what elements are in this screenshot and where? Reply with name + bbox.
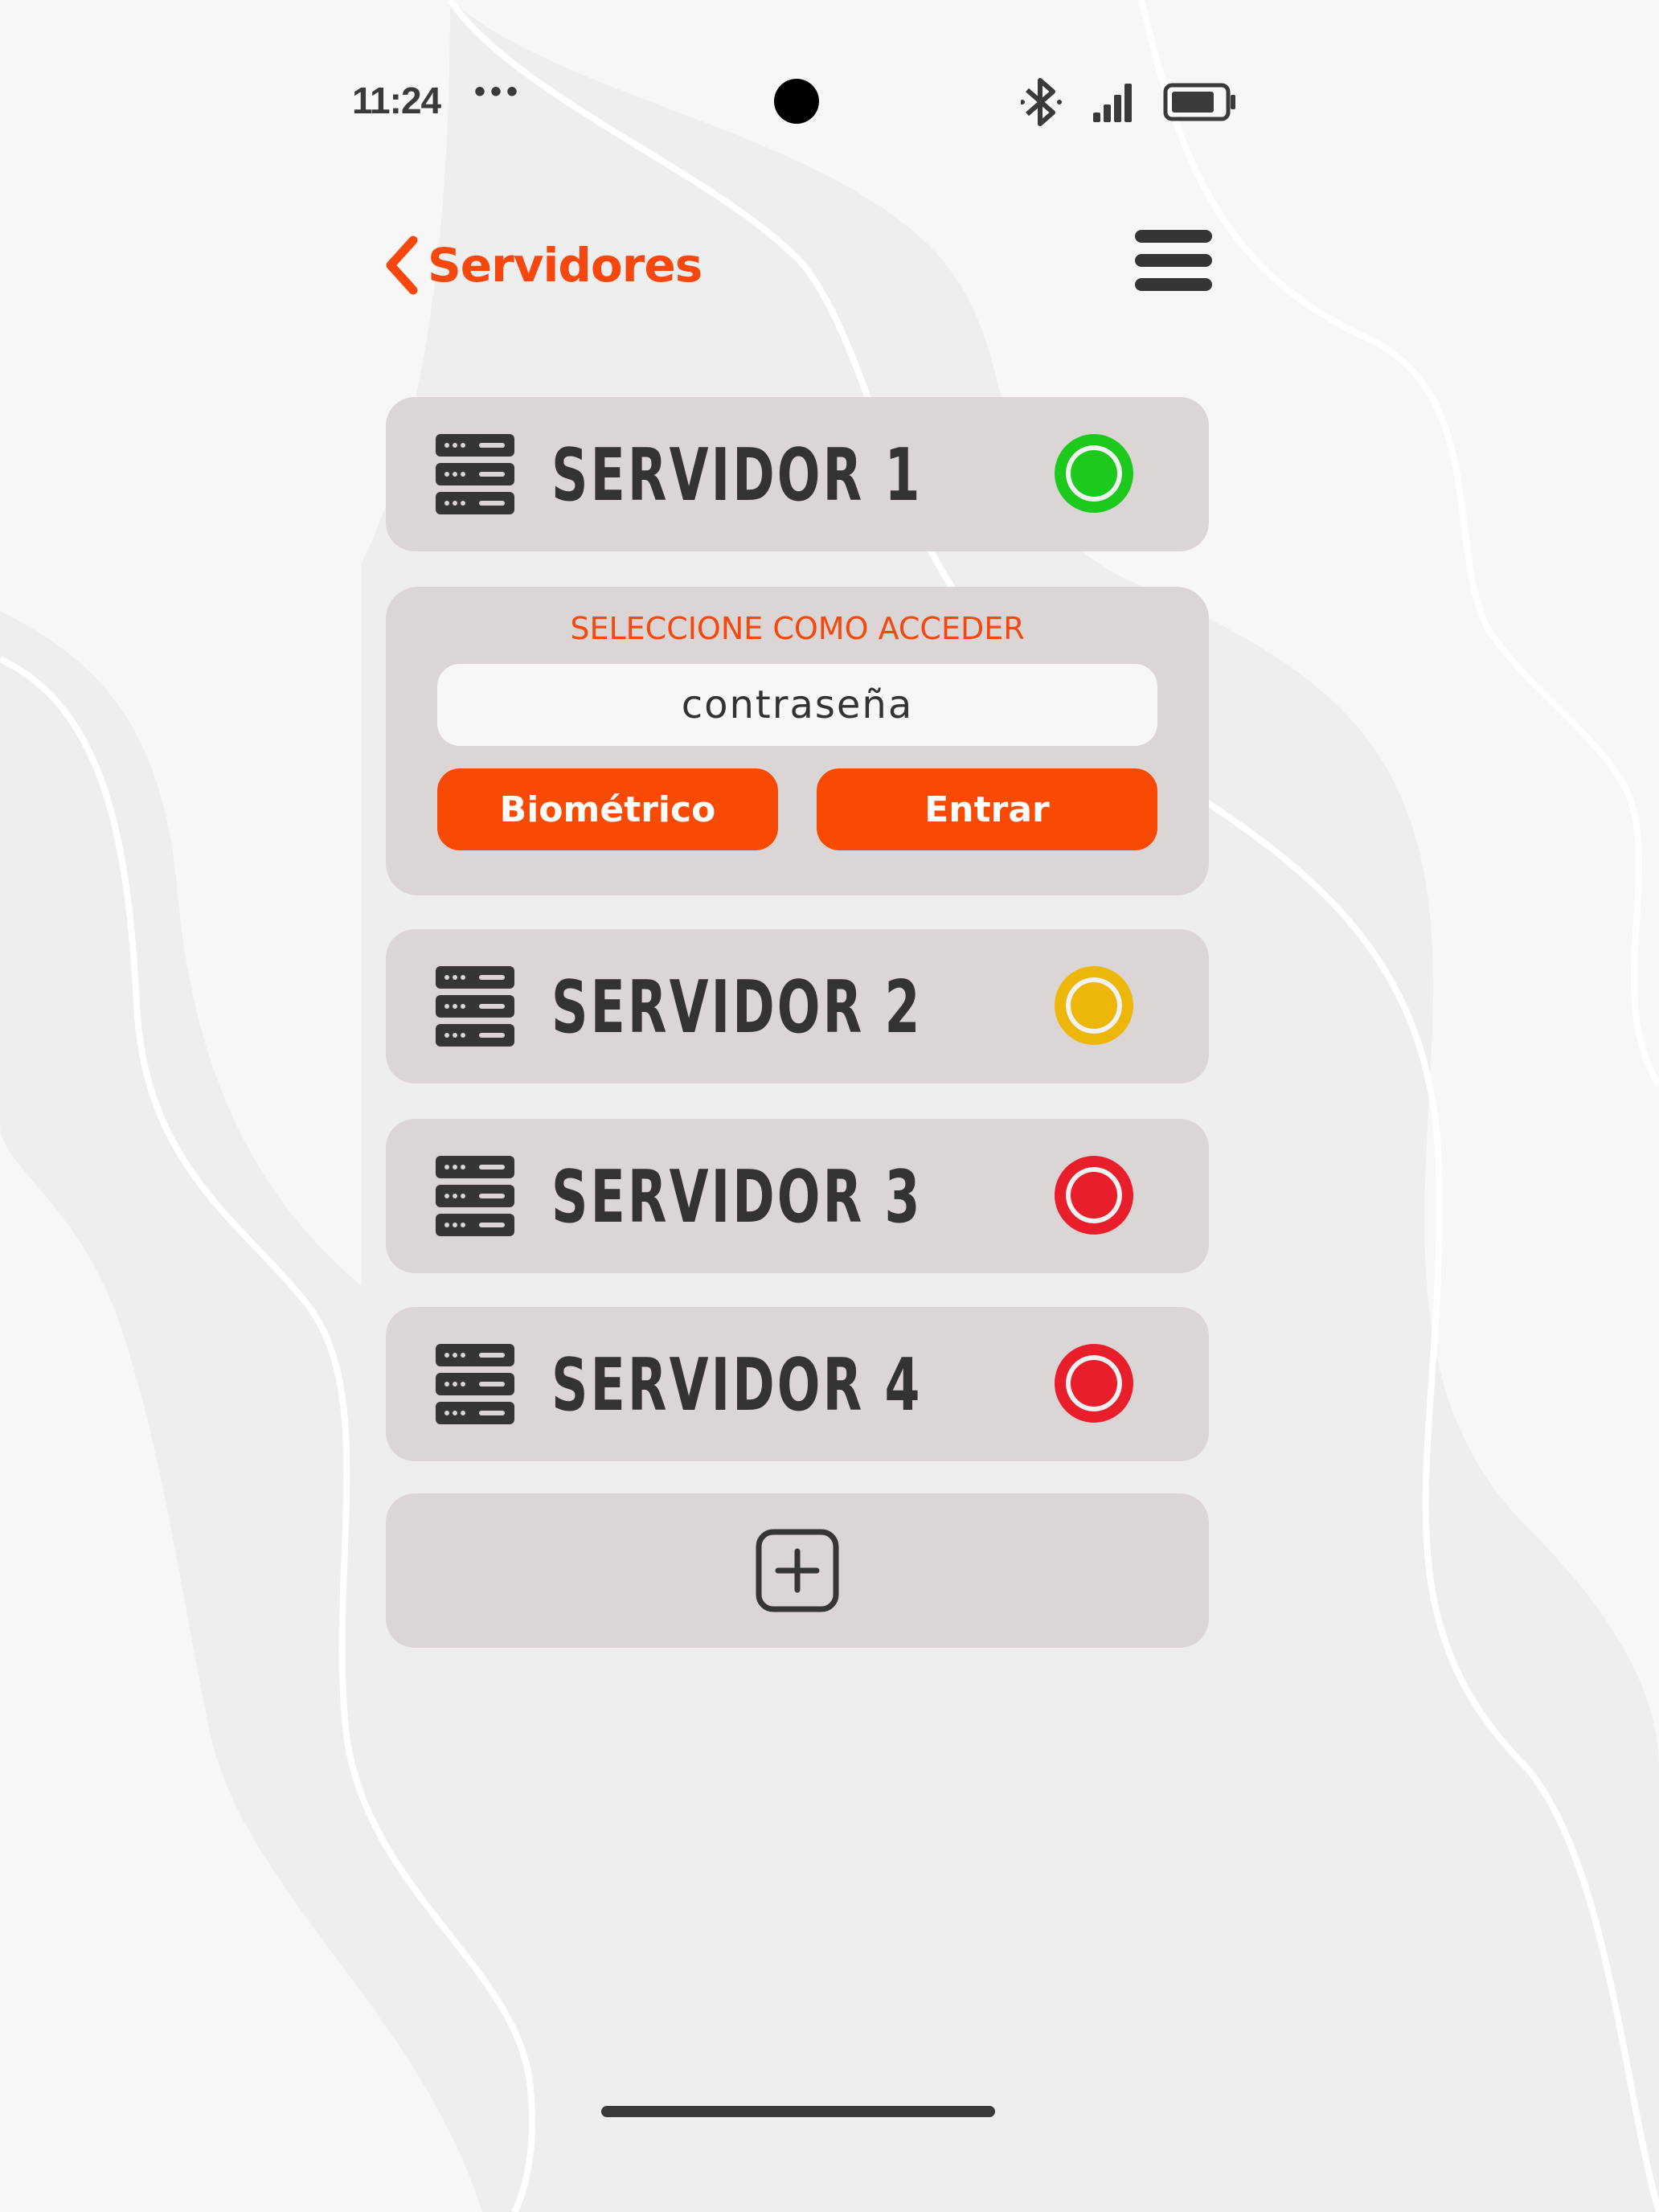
server-name: SERVIDOR 4 — [551, 1343, 923, 1428]
back-button[interactable]: Servidores — [384, 233, 703, 297]
signal-icon — [1093, 84, 1132, 122]
plus-square-icon — [756, 1529, 839, 1612]
status-warning-icon — [1055, 966, 1133, 1045]
bluetooth-icon — [1021, 78, 1062, 126]
server-icon — [436, 434, 514, 514]
server-icon — [436, 1344, 514, 1424]
enter-button[interactable]: Entrar — [817, 768, 1157, 850]
hamburger-menu-icon[interactable] — [1135, 230, 1212, 291]
server-icon — [436, 966, 514, 1047]
biometric-button[interactable]: Biométrico — [437, 768, 778, 850]
status-icons — [1021, 78, 1235, 126]
status-time: 11:24 — [352, 80, 441, 121]
access-panel: SELECCIONE COMO ACCEDER Biométrico Entra… — [386, 587, 1209, 895]
status-offline-icon — [1055, 1344, 1133, 1423]
back-label: Servidores — [428, 238, 703, 293]
battery-icon — [1163, 83, 1235, 121]
camera-cutout — [774, 79, 819, 124]
add-server-button[interactable] — [386, 1493, 1209, 1648]
server-name: SERVIDOR 1 — [551, 433, 923, 518]
chevron-left-icon — [386, 236, 418, 295]
home-indicator[interactable] — [601, 2106, 995, 2117]
access-panel-title: SELECCIONE COMO ACCEDER — [570, 611, 1025, 646]
server-icon — [436, 1156, 514, 1236]
status-offline-icon — [1055, 1156, 1133, 1235]
background-waves — [0, 0, 1659, 2212]
server-card-3[interactable]: SERVIDOR 3 — [386, 1119, 1209, 1273]
status-dots: ••• — [474, 74, 523, 109]
server-name: SERVIDOR 3 — [551, 1155, 923, 1239]
status-online-icon — [1055, 434, 1133, 513]
password-input[interactable] — [437, 664, 1157, 746]
server-name: SERVIDOR 2 — [551, 965, 923, 1050]
server-card-1[interactable]: SERVIDOR 1 — [386, 397, 1209, 551]
server-card-4[interactable]: SERVIDOR 4 — [386, 1307, 1209, 1461]
server-card-2[interactable]: SERVIDOR 2 — [386, 929, 1209, 1083]
